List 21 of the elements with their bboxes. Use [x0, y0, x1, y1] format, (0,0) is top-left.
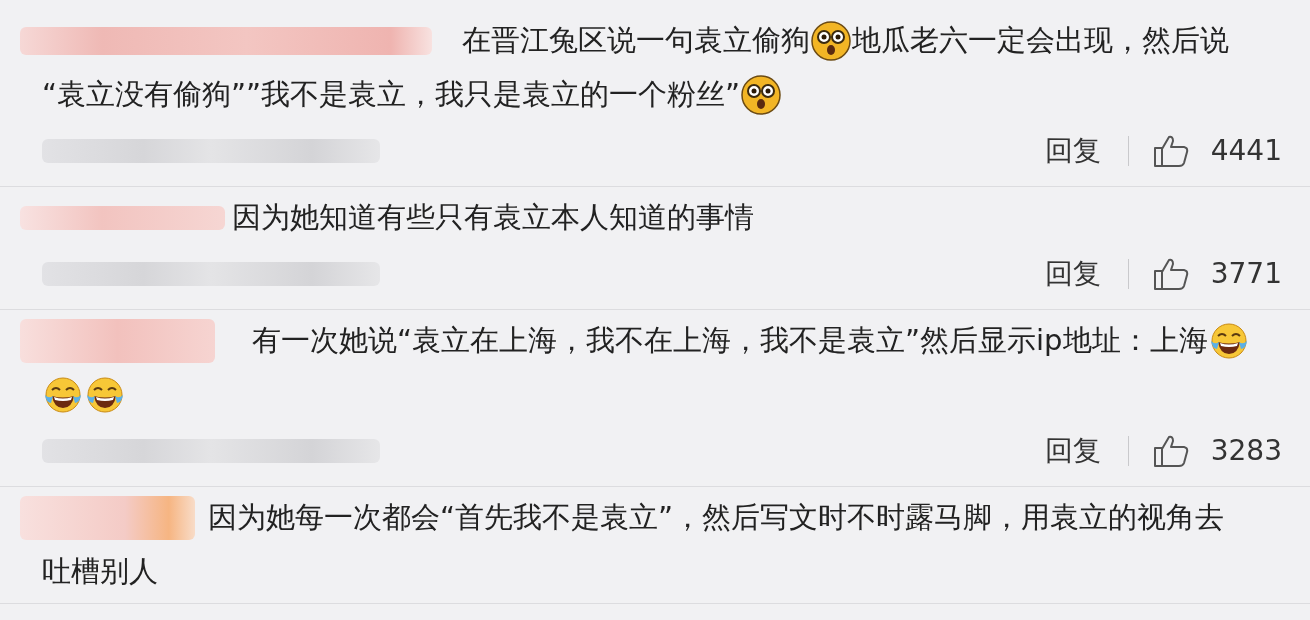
- thumbs-up-icon: [1152, 434, 1189, 468]
- thumbs-up-icon: [1152, 257, 1189, 291]
- like-button[interactable]: 3283: [1152, 430, 1282, 472]
- like-button[interactable]: 3771: [1152, 253, 1282, 295]
- reply-button[interactable]: 回复: [1044, 253, 1101, 295]
- comment-text: 因为她每一次都会“首先我不是袁立”，然后写文时不时露马脚，用袁立的视角去: [208, 499, 1225, 537]
- comment-text: 因为她知道有些只有袁立本人知道的事情: [232, 199, 754, 237]
- laughing-tears-icon: [1208, 321, 1249, 361]
- comment-text: 有一次她说“袁立在上海，我不在上海，我不是袁立”然后显示ip地址：上海: [252, 322, 1208, 360]
- stunned-face-icon: [811, 21, 851, 61]
- laughing-tears-icon: [85, 375, 125, 415]
- stunned-face-icon: [741, 75, 782, 115]
- reply-button[interactable]: 回复: [1044, 430, 1101, 472]
- comment-text: “袁立没有偷狗””我不是袁立，我只是袁立的一个粉丝”: [42, 76, 741, 114]
- comment-text: 地瓜老六一定会出现，然后说: [852, 22, 1229, 60]
- thumbs-up-icon: [1152, 134, 1189, 168]
- comment-text: 在晋江兔区说一句袁立偷狗: [462, 22, 810, 60]
- reply-button[interactable]: 回复: [1044, 130, 1101, 172]
- like-button[interactable]: 4441: [1152, 130, 1282, 172]
- laughing-tears-icon: [43, 375, 83, 415]
- comment-text: 吐槽别人: [42, 553, 158, 591]
